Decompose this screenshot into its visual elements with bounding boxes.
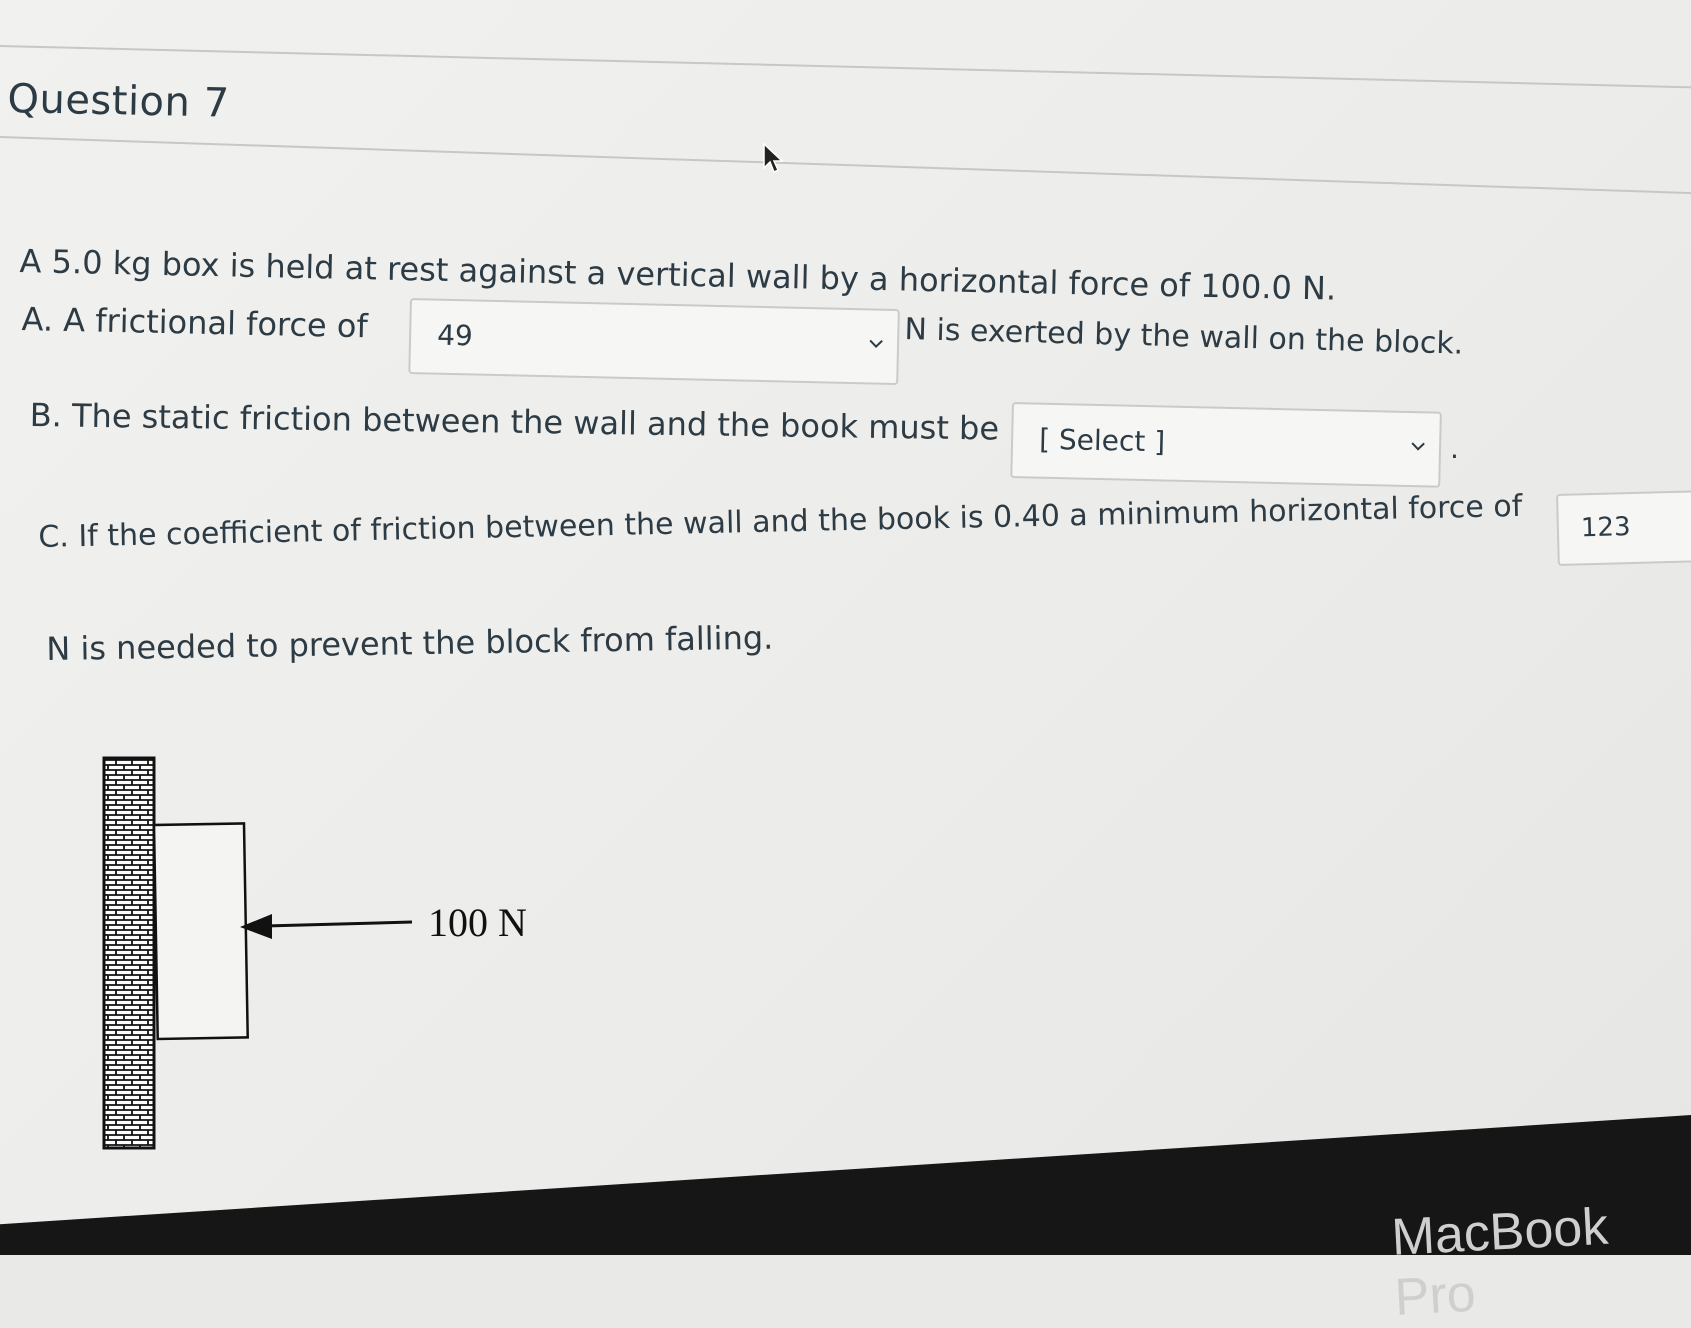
device-brand-label: MacBook Pro [1390,1197,1610,1327]
part-c-entered-value: 123 [1580,512,1631,544]
quiz-page: Question 7 A 5.0 kg box is held at rest … [0,0,1691,1327]
cursor-arrow-icon [763,142,784,174]
chevron-down-icon [1411,442,1425,451]
top-divider [0,45,1691,89]
part-a-text-after: N is exerted by the wall on the block. [904,312,1464,362]
part-c-text-after: N is needed to prevent the block from fa… [46,618,774,668]
part-b-text-before: B. The static friction between the wall … [29,396,1000,448]
part-c-text-before: C. If the coefficient of friction betwee… [38,488,1523,555]
part-a-text-before: A. A frictional force of [21,300,369,346]
wall-box-diagram: 100 N [102,756,527,1150]
question-prompt: A 5.0 kg box is held at rest against a v… [19,242,1337,308]
force-label: 100 N [428,900,527,945]
question-title: Question 7 [7,76,231,127]
part-a-selected-value: 49 [436,318,474,353]
part-b-selected-value: [ Select ] [1038,422,1166,459]
part-c-answer-input[interactable]: 123 [1556,490,1691,566]
force-arrow [240,914,413,939]
chevron-down-icon [869,339,883,348]
part-b-answer-select[interactable]: [ Select ] [1010,402,1442,488]
brick-wall [102,756,156,1150]
box [152,822,249,1041]
part-b-text-after: . [1450,432,1459,465]
header-divider [0,136,1691,195]
part-a-answer-select[interactable]: 49 [408,298,900,386]
